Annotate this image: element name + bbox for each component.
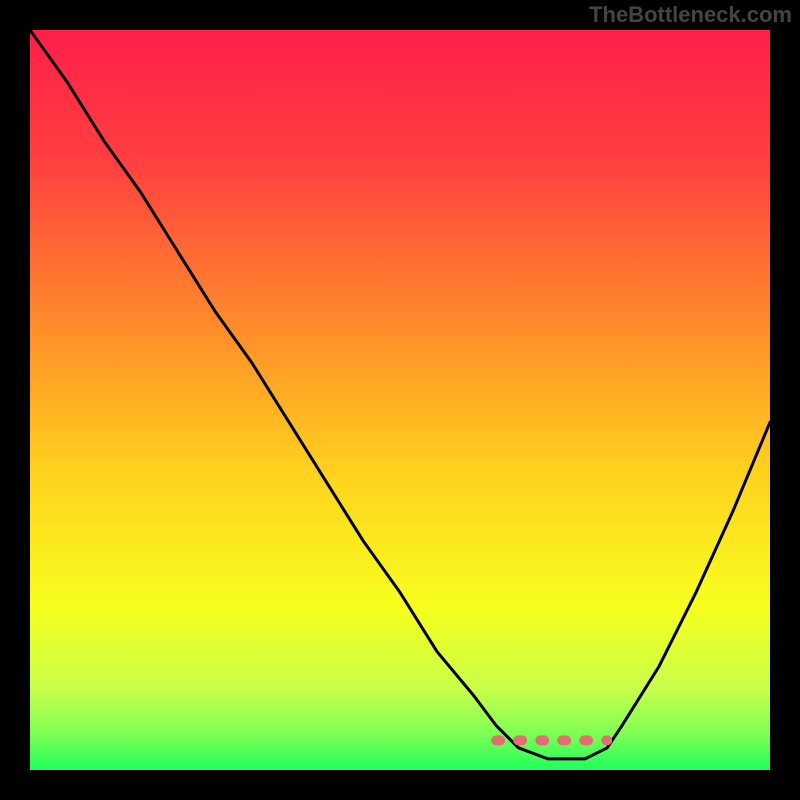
bottleneck-chart-svg <box>30 30 770 770</box>
gradient-background <box>30 30 770 770</box>
watermark-text: TheBottleneck.com <box>589 2 792 28</box>
chart-area <box>30 30 770 770</box>
